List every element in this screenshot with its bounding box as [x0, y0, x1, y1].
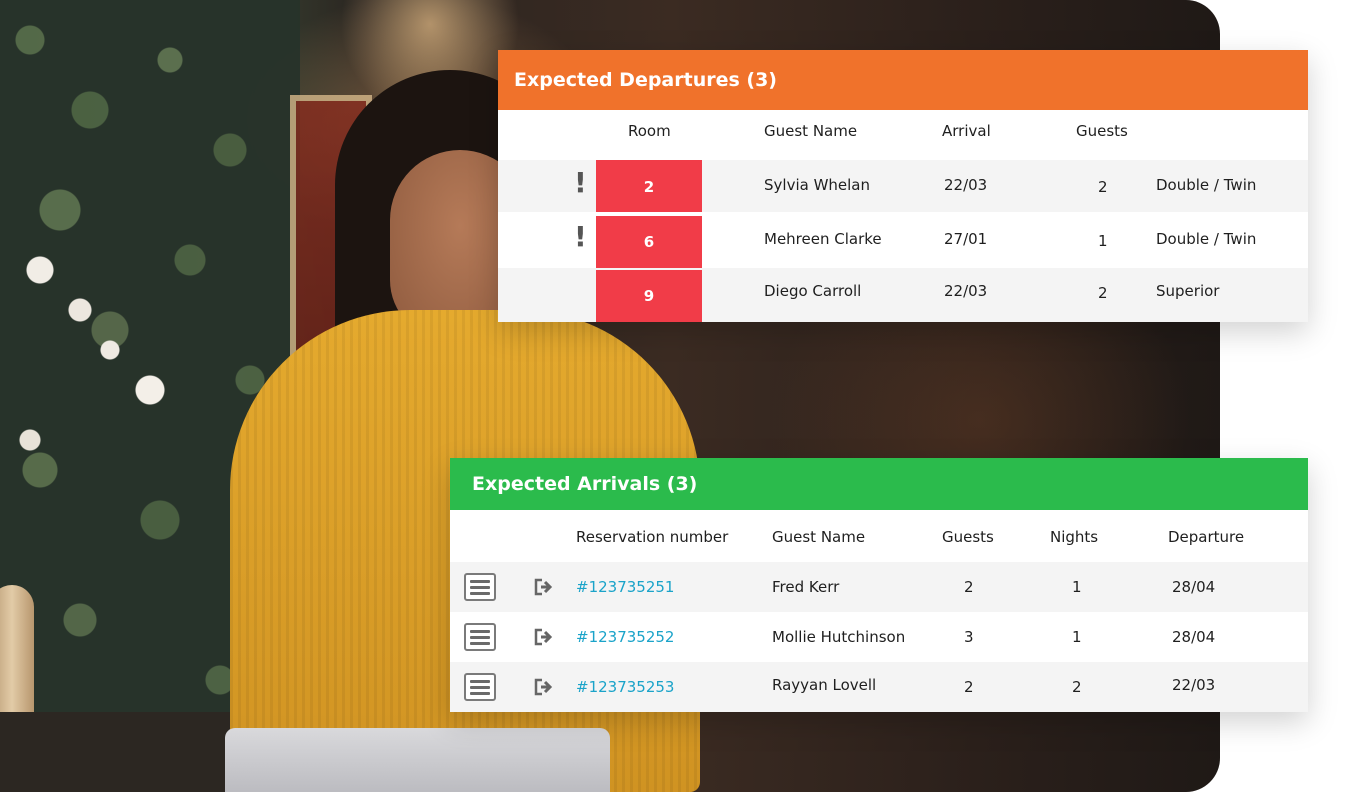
alert-icon: !: [574, 166, 587, 199]
reservation-link[interactable]: #123735251: [576, 578, 674, 596]
guest-count: 1: [1098, 232, 1108, 250]
departures-panel: Expected Departures (3) Room Guest Name …: [498, 50, 1308, 322]
room-badge: 9: [596, 270, 702, 322]
room-type: Double / Twin: [1156, 176, 1257, 194]
col-room: Room: [628, 122, 671, 140]
guest-name: Mollie Hutchinson: [772, 628, 906, 646]
menu-icon[interactable]: [464, 573, 496, 601]
reservation-link[interactable]: #123735252: [576, 628, 674, 646]
guest-name: Mehreen Clarke: [764, 230, 882, 248]
nights-count: 2: [1072, 678, 1082, 696]
arrival-row[interactable]: #123735253 Rayyan Lovell 2 2 22/03: [450, 662, 1308, 712]
laptop: [225, 728, 610, 792]
guest-count: 2: [1098, 284, 1108, 302]
nights-count: 1: [1072, 578, 1082, 596]
menu-icon[interactable]: [464, 673, 496, 701]
stage: Expected Departures (3) Room Guest Name …: [0, 0, 1356, 792]
guest-name: Sylvia Whelan: [764, 176, 871, 194]
arrival-date: 22/03: [944, 282, 988, 300]
room-badge: 2: [596, 160, 702, 214]
departure-row[interactable]: ! 6 Mehreen Clarke 27/01 1 Double / Twin: [498, 212, 1308, 268]
check-in-icon[interactable]: [534, 628, 556, 646]
room-type: Superior: [1156, 282, 1220, 300]
guest-count: 2: [964, 578, 974, 596]
arrival-date: 27/01: [944, 230, 988, 248]
guest-count: 3: [964, 628, 974, 646]
departure-date: 22/03: [1172, 676, 1216, 694]
guest-count: 2: [964, 678, 974, 696]
guest-name: Fred Kerr: [772, 578, 840, 596]
departure-date: 28/04: [1172, 578, 1216, 596]
col-guests: Guests: [942, 528, 994, 546]
departures-title: Expected Departures (3): [498, 50, 1308, 110]
guest-count: 2: [1098, 178, 1108, 196]
col-departure: Departure: [1168, 528, 1245, 546]
col-arrival: Arrival: [942, 122, 991, 140]
departure-row[interactable]: ! 2 Sylvia Whelan 22/03 2 Double / Twin: [498, 160, 1308, 214]
arrivals-panel: Expected Arrivals (3) Reservation number…: [450, 458, 1308, 712]
guest-name: Diego Carroll: [764, 282, 862, 300]
arrival-date: 22/03: [944, 176, 988, 194]
guest-name: Rayyan Lovell: [772, 676, 877, 694]
col-guests: Guests: [1076, 122, 1128, 140]
alert-icon: !: [574, 220, 587, 253]
check-in-icon[interactable]: [534, 578, 556, 596]
menu-icon[interactable]: [464, 623, 496, 651]
col-guest-name: Guest Name: [764, 122, 858, 140]
nights-count: 1: [1072, 628, 1082, 646]
col-reservation-number: Reservation number: [576, 528, 729, 546]
departure-row[interactable]: 9 Diego Carroll 22/03 2 Superior: [498, 268, 1308, 322]
arrivals-title: Expected Arrivals (3): [450, 458, 1308, 510]
arrival-row[interactable]: #123735251 Fred Kerr 2 1 28/04: [450, 562, 1308, 612]
cotton-flowers: [0, 240, 220, 520]
departure-date: 28/04: [1172, 628, 1216, 646]
arrival-row[interactable]: #123735252 Mollie Hutchinson 3 1 28/04: [450, 612, 1308, 662]
room-type: Double / Twin: [1156, 230, 1257, 248]
room-badge: 6: [596, 216, 702, 268]
reservation-link[interactable]: #123735253: [576, 678, 674, 696]
check-in-icon[interactable]: [534, 678, 556, 696]
desk: [0, 712, 240, 792]
col-guest-name: Guest Name: [772, 528, 866, 546]
col-nights: Nights: [1050, 528, 1099, 546]
